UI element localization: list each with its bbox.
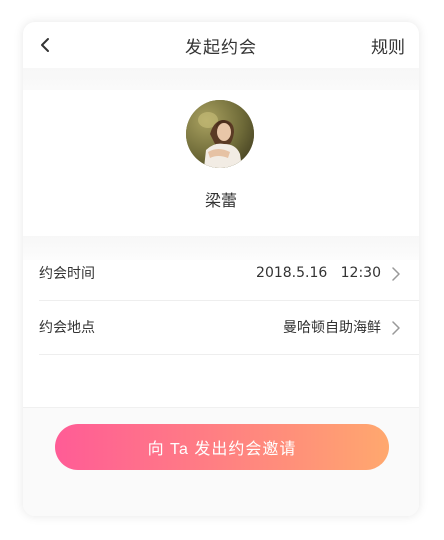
nav-bar: 发起约会 规则 (23, 22, 419, 68)
action-area: 向 Ta 发出约会邀请 (23, 407, 419, 516)
chevron-left-icon[interactable] (35, 34, 57, 56)
divider (39, 354, 419, 355)
date-time-row[interactable]: 约会时间 2018.5.16 12:30 (23, 247, 419, 299)
chevron-right-icon (391, 320, 401, 335)
avatar[interactable] (186, 100, 254, 168)
profile-section: 梁蕾 (23, 90, 419, 236)
rules-link[interactable]: 规则 (371, 33, 405, 58)
date-time-value: 2018.5.16 12:30 (256, 265, 381, 281)
location-value: 曼哈顿自助海鲜 (283, 320, 381, 336)
section-spacer (23, 68, 419, 90)
chevron-right-icon (391, 266, 401, 281)
location-label: 约会地点 (39, 320, 95, 336)
date-time-label: 约会时间 (39, 266, 95, 282)
invite-card: 发起约会 规则 梁蕾 约会时间 2018.5.16 12:30 约会地点 曼哈顿… (23, 22, 419, 516)
user-name: 梁蕾 (204, 191, 237, 210)
send-invite-button[interactable]: 向 Ta 发出约会邀请 (55, 424, 389, 470)
page-title: 发起约会 (185, 37, 257, 58)
location-row[interactable]: 约会地点 曼哈顿自助海鲜 (23, 301, 419, 353)
